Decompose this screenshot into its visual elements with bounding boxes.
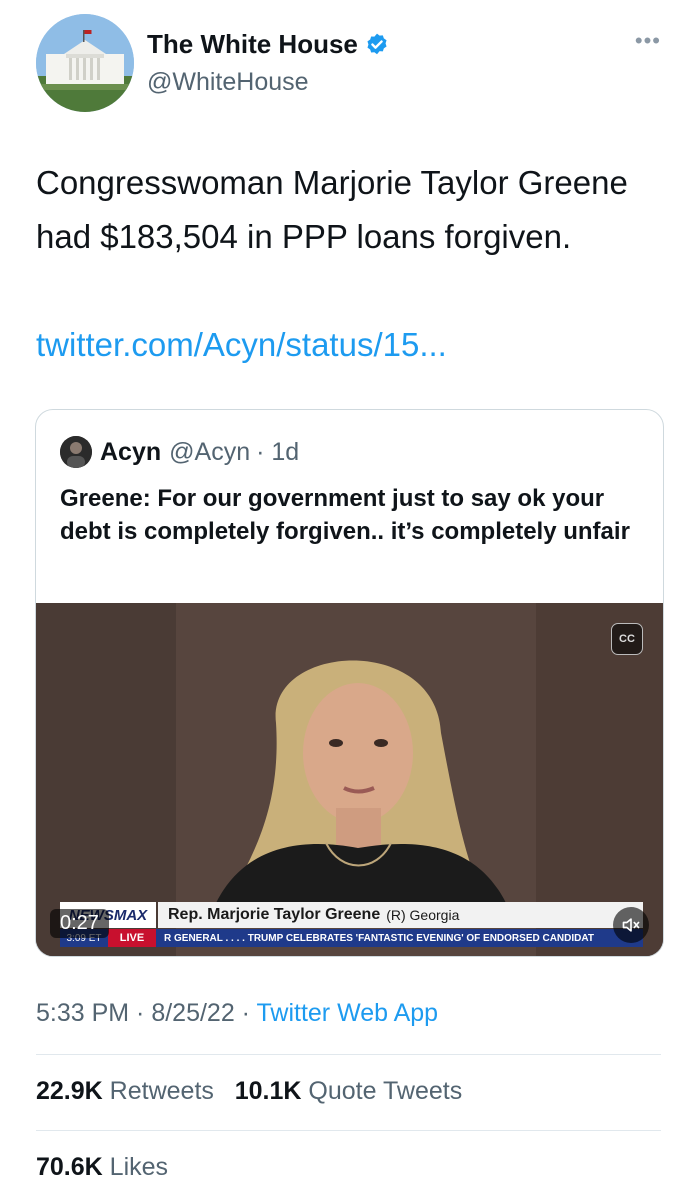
video-player[interactable]: CC NEWSMAX Rep. Marjorie Taylor Greene (… <box>36 603 663 956</box>
tweet-source-app[interactable]: Twitter Web App <box>257 999 439 1027</box>
live-badge: LIVE <box>108 929 156 947</box>
quote-tweets-count: 10.1K <box>234 1077 302 1105</box>
mute-icon[interactable] <box>613 907 649 943</box>
retweets-label: Retweets <box>109 1077 214 1105</box>
more-horizontal-icon[interactable]: ••• <box>635 28 661 54</box>
likes-row: 70.6K Likes <box>36 1153 168 1182</box>
quoted-tweet-header: Acyn @Acyn · 1d <box>60 436 299 468</box>
quoted-display-name[interactable]: Acyn <box>100 438 161 467</box>
likes-label: Likes <box>109 1153 169 1181</box>
author-handle[interactable]: @WhiteHouse <box>147 68 309 97</box>
engagement-row: 22.9K Retweets 10.1K Quote Tweets <box>36 1077 462 1106</box>
author-name-row: The White House <box>147 29 390 60</box>
quoted-handle[interactable]: @Acyn <box>169 438 250 467</box>
tweet-text: Congresswoman Marjorie Taylor Greene had… <box>36 164 628 255</box>
verified-badge-icon <box>364 32 390 58</box>
quoted-tweet[interactable]: Acyn @Acyn · 1d Greene: For our governme… <box>35 409 664 957</box>
display-name[interactable]: The White House <box>147 29 358 60</box>
likes-stat[interactable]: 70.6K Likes <box>36 1153 168 1181</box>
retweets-stat[interactable]: 22.9K Retweets <box>36 1077 221 1105</box>
news-ticker: R GENERAL . . . . TRUMP CELEBRATES 'FANT… <box>156 929 643 947</box>
lower-third-name: Rep. Marjorie Taylor Greene (R) Georgia <box>158 902 643 928</box>
lower-third-region: (R) Georgia <box>386 907 460 923</box>
quoted-tweet-text: Greene: For our government just to say o… <box>60 485 630 545</box>
quoted-avatar[interactable] <box>60 436 92 468</box>
likes-count: 70.6K <box>36 1153 103 1181</box>
tweet-timestamp[interactable]: 5:33 PM · 8/25/22 · <box>36 999 250 1027</box>
news-lower-third: NEWSMAX Rep. Marjorie Taylor Greene (R) … <box>60 902 643 950</box>
quoted-age: · 1d <box>256 437 300 466</box>
retweets-count: 22.9K <box>36 1077 103 1105</box>
closed-captions-icon[interactable]: CC <box>611 623 643 655</box>
video-duration: 0:27 <box>50 909 109 938</box>
quote-tweets-label: Quote Tweets <box>308 1077 463 1105</box>
avatar[interactable] <box>36 14 134 112</box>
tweet-header: The White House @WhiteHouse ••• <box>36 14 661 114</box>
lower-third-person: Rep. Marjorie Taylor Greene <box>168 906 381 923</box>
tweet-link[interactable]: twitter.com/Acyn/status/15... <box>36 326 447 364</box>
divider <box>36 1130 661 1131</box>
tweet-metadata: 5:33 PM · 8/25/22 · Twitter Web App <box>36 999 438 1028</box>
divider <box>36 1054 661 1055</box>
quote-tweets-stat[interactable]: 10.1K Quote Tweets <box>235 1077 462 1105</box>
